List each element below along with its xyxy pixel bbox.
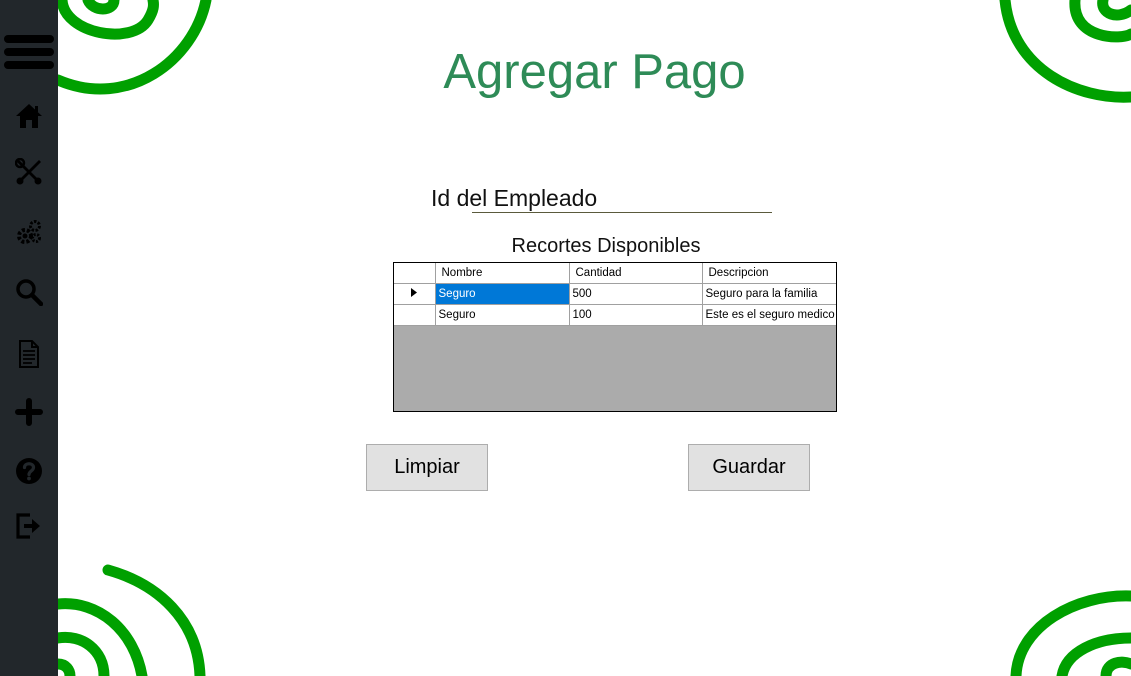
cell-cantidad[interactable]: 500 — [568, 283, 703, 305]
clear-button[interactable]: Limpiar — [366, 444, 488, 491]
table-row[interactable]: Seguro 500 Seguro para la familia — [394, 283, 836, 305]
cell-nombre[interactable]: Seguro — [434, 304, 570, 326]
tools-icon[interactable] — [0, 152, 58, 192]
search-icon[interactable] — [0, 272, 58, 312]
page-title: Agregar Pago — [443, 45, 746, 99]
gears-icon[interactable] — [0, 212, 58, 252]
column-header-cantidad[interactable]: Cantidad — [568, 263, 703, 284]
deductions-grid[interactable]: Nombre Cantidad Descripcion Seguro 500 S… — [393, 262, 837, 412]
column-header-nombre[interactable]: Nombre — [434, 263, 570, 284]
cell-cantidad[interactable]: 100 — [568, 304, 703, 326]
save-button[interactable]: Guardar — [688, 444, 810, 491]
row-header[interactable] — [394, 304, 436, 326]
column-header-descripcion[interactable]: Descripcion — [701, 263, 836, 284]
document-icon[interactable] — [0, 334, 58, 374]
cell-descripcion[interactable]: Este es el seguro medico — [701, 304, 836, 326]
spiral-decoration — [58, 564, 206, 676]
help-icon[interactable] — [0, 451, 58, 491]
current-row-arrow-icon — [411, 288, 418, 297]
home-icon[interactable] — [0, 96, 58, 136]
cell-descripcion[interactable]: Seguro para la familia — [701, 283, 836, 305]
deductions-caption: Recortes Disponibles — [511, 235, 701, 257]
plus-icon[interactable] — [0, 392, 58, 432]
logout-icon[interactable] — [0, 506, 58, 546]
employee-id-input[interactable] — [472, 186, 772, 213]
spiral-decoration — [1010, 590, 1131, 676]
sidebar — [0, 0, 58, 676]
cell-nombre[interactable]: Seguro — [434, 283, 570, 305]
menu-icon[interactable] — [0, 30, 58, 74]
row-header[interactable] — [394, 283, 436, 305]
row-header-corner — [394, 263, 436, 284]
table-row[interactable]: Seguro 100 Este es el seguro medico — [394, 304, 836, 326]
